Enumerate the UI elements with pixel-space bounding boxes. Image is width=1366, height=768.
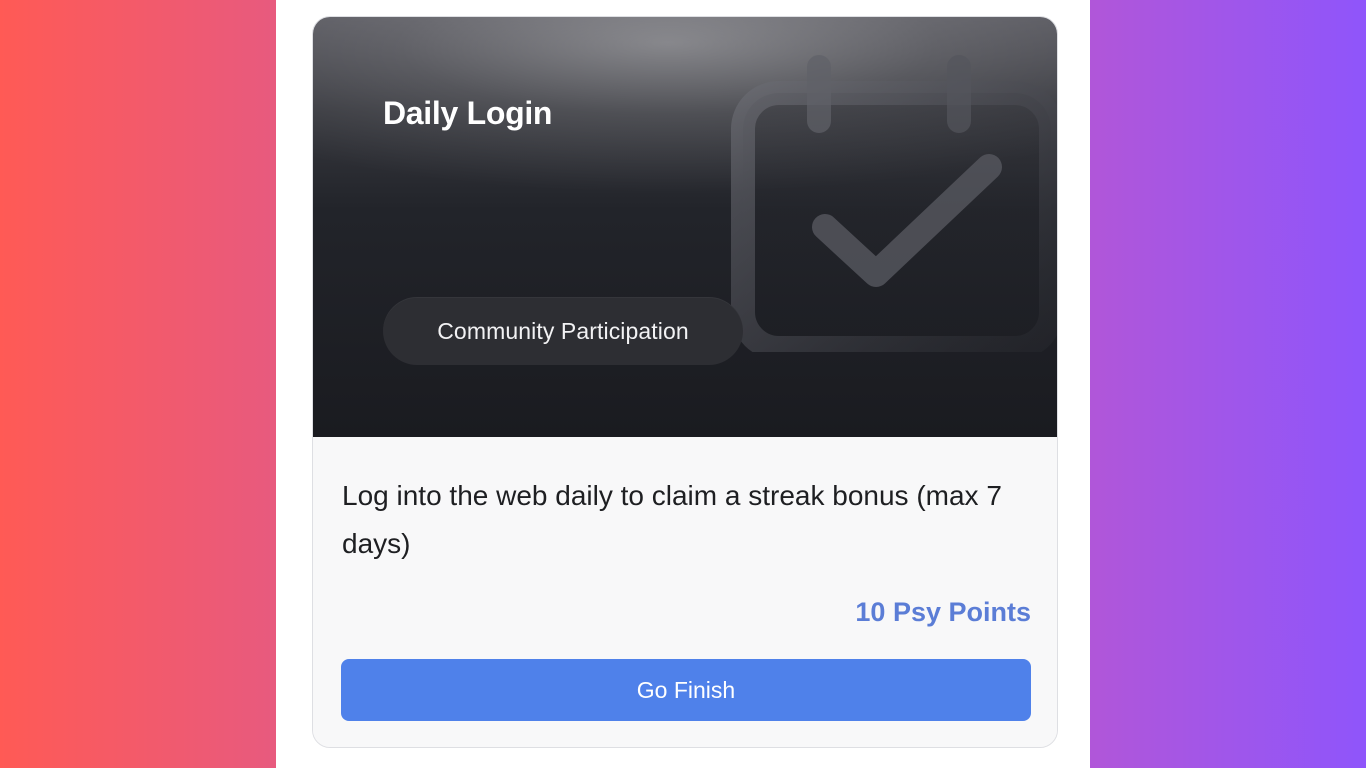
task-description: Log into the web daily to claim a streak… <box>342 480 1002 559</box>
task-hero-banner: Daily Login Community Participation <box>313 17 1057 437</box>
gradient-background: Daily Login Community Participation Log … <box>0 0 1366 768</box>
go-finish-button[interactable]: Go Finish <box>341 659 1031 721</box>
daily-login-task-card: Daily Login Community Participation Log … <box>312 16 1058 748</box>
task-panel: Daily Login Community Participation Log … <box>276 0 1090 768</box>
task-title: Daily Login <box>383 95 553 131</box>
category-chip: Community Participation <box>383 297 743 365</box>
reward-points: 10 Psy Points <box>855 597 1031 627</box>
task-details: Log into the web daily to claim a streak… <box>313 437 1057 747</box>
calendar-check-icon <box>731 55 1057 352</box>
